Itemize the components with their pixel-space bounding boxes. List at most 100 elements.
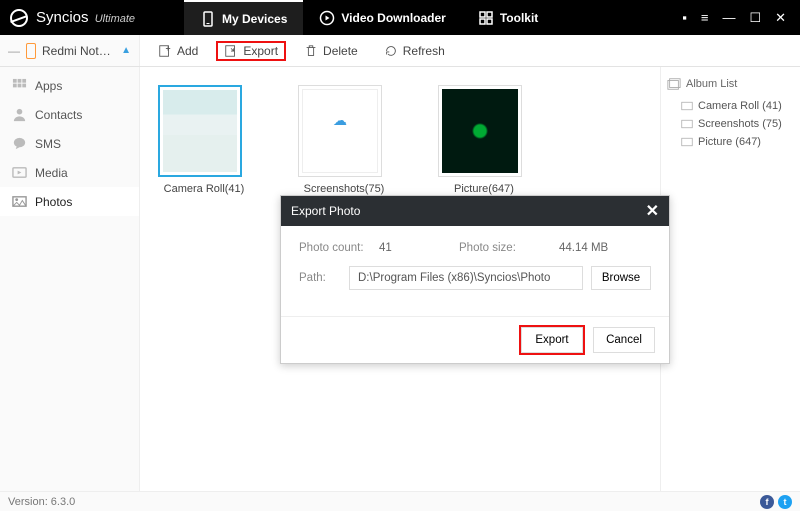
dialog-close-button[interactable]: ✕ [646,201,659,221]
photo-size-value: 44.14 MB [559,242,608,254]
window-controls: ▪ ≡ — ☐ ✕ [682,10,800,26]
sidebar-item-contacts[interactable]: Contacts [0,100,139,129]
app-edition: Ultimate [95,13,135,25]
album-list-title: Album List [686,78,737,90]
refresh-icon [384,44,398,58]
delete-label: Delete [323,44,358,58]
photo-icon [681,118,693,130]
photos-icon [12,194,27,209]
export-icon [224,44,238,58]
dialog-title: Export Photo [291,204,360,218]
album-caption: Screenshots(75) [298,183,390,195]
app-name-text: Syncios [36,9,89,26]
chevron-up-icon: ▲ [121,45,131,56]
social-links: f t [760,495,792,509]
tab-toolkit[interactable]: Toolkit [462,0,554,35]
browse-button[interactable]: Browse [591,266,651,290]
media-icon [12,165,27,180]
facebook-icon[interactable]: f [760,495,774,509]
version-text: Version: 6.3.0 [8,496,75,508]
maximize-icon[interactable]: ☐ [749,10,761,26]
dash-icon: — [8,44,20,58]
titlebar: Syncios Ultimate My Devices Video Downlo… [0,0,800,35]
album-list-label: Picture (647) [698,136,761,148]
sidebar-item-photos[interactable]: Photos [0,187,139,216]
add-icon [158,44,172,58]
status-bar: Version: 6.3.0 f t [0,491,800,511]
app-name: Syncios Ultimate [36,9,135,26]
dialog-info-row: Photo count: 41 Photo size: 44.14 MB [299,242,651,254]
grid-icon [478,10,494,26]
album-screenshots[interactable]: Screenshots(75) [298,85,390,195]
sidebar-item-sms[interactable]: SMS [0,129,139,158]
sidebar-label: Media [35,166,68,180]
minimize-icon[interactable]: — [722,10,735,26]
tab-video-downloader[interactable]: Video Downloader [303,0,461,35]
tab-label: My Devices [222,12,287,26]
trash-icon [304,44,318,58]
export-label: Export [243,44,278,58]
dialog-body: Photo count: 41 Photo size: 44.14 MB Pat… [281,226,669,316]
album-picture[interactable]: Picture(647) [438,85,530,195]
refresh-label: Refresh [403,44,445,58]
album-thumb [438,85,522,177]
export-button[interactable]: Export [216,41,286,61]
photo-count-label: Photo count: [299,242,379,254]
app-logo-icon [10,9,28,27]
album-grid: Camera Roll(41) Screenshots(75) Picture(… [158,85,642,195]
path-label: Path: [299,272,349,284]
album-list-header: Album List [667,77,794,91]
sidebar-item-apps[interactable]: Apps [0,71,139,100]
dialog-path-row: Path: Browse [299,266,651,290]
refresh-button[interactable]: Refresh [376,41,453,61]
play-circle-icon [319,10,335,26]
close-icon[interactable]: ✕ [775,10,786,26]
album-thumb [158,85,242,177]
add-button[interactable]: Add [150,41,206,61]
menu-icon[interactable]: ≡ [701,10,709,26]
delete-button[interactable]: Delete [296,41,366,61]
tab-label: Video Downloader [341,11,445,25]
sidebar: Apps Contacts SMS Media Photos [0,67,140,491]
album-list-item-screenshots[interactable]: Screenshots (75) [667,115,794,133]
path-input[interactable] [349,266,583,290]
album-list-label: Screenshots (75) [698,118,782,130]
contacts-icon [12,107,27,122]
album-list-item-picture[interactable]: Picture (647) [667,133,794,151]
tab-my-devices[interactable]: My Devices [184,0,303,35]
dialog-footer: Export Cancel [281,316,669,363]
tab-label: Toolkit [500,11,538,25]
sidebar-label: SMS [35,137,61,151]
sms-icon [12,136,27,151]
main-tabs: My Devices Video Downloader Toolkit [184,0,554,35]
album-thumb [298,85,382,177]
right-panel: Album List Camera Roll (41) Screenshots … [660,67,800,491]
album-list-item-camera[interactable]: Camera Roll (41) [667,97,794,115]
device-icon [26,43,36,59]
export-dialog: Export Photo ✕ Photo count: 41 Photo siz… [280,195,670,364]
apps-icon [12,78,27,93]
album-list-icon [667,77,681,91]
album-caption: Camera Roll(41) [158,183,250,195]
album-camera-roll[interactable]: Camera Roll(41) [158,85,250,195]
add-label: Add [177,44,198,58]
message-icon[interactable]: ▪ [682,10,687,26]
sidebar-label: Apps [35,79,62,93]
photo-icon [681,136,693,148]
device-selector[interactable]: — Redmi Note 5 ▲ [0,35,140,66]
photo-size-label: Photo size: [459,242,559,254]
device-name: Redmi Note 5 [42,44,115,58]
photo-icon [681,100,693,112]
toolbar: Add Export Delete Refresh [140,35,800,66]
sidebar-label: Photos [35,195,72,209]
phone-icon [200,11,216,27]
export-confirm-button[interactable]: Export [521,327,583,353]
toolbar-row: — Redmi Note 5 ▲ Add Export Delete Refre… [0,35,800,67]
album-list-label: Camera Roll (41) [698,100,782,112]
sidebar-item-media[interactable]: Media [0,158,139,187]
twitter-icon[interactable]: t [778,495,792,509]
sidebar-label: Contacts [35,108,82,122]
cancel-button[interactable]: Cancel [593,327,655,353]
photo-count-value: 41 [379,242,459,254]
brand: Syncios Ultimate [0,9,184,27]
